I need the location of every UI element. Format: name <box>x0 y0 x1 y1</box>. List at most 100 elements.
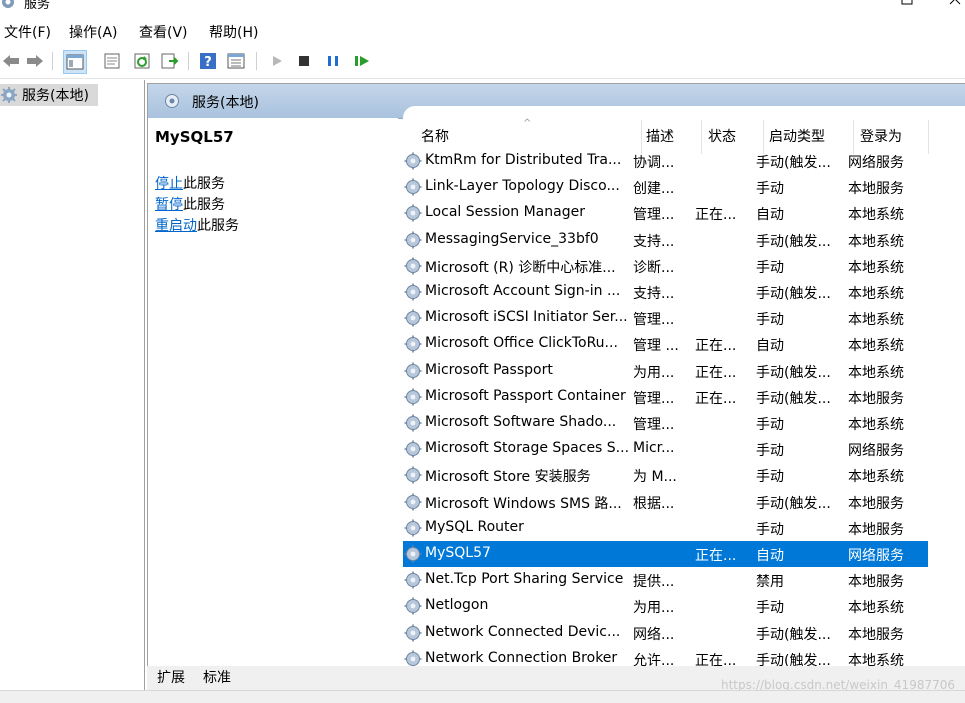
service-row[interactable]: Local Session Manager 管理... 正在... 自动 本地系统 <box>403 200 928 226</box>
status-bar <box>0 690 965 703</box>
column-header-description[interactable]: 描述 <box>646 126 674 146</box>
service-row[interactable]: Microsoft Software Shado... 管理... 手动 本地系统 <box>403 410 928 436</box>
service-gear-icon <box>403 177 423 201</box>
service-description: 管理... <box>633 207 675 224</box>
service-gear-icon <box>403 256 423 280</box>
sort-ascending-icon: ^ <box>523 118 532 129</box>
service-description: Micr... <box>633 440 675 457</box>
service-log-on-as: 本地系统 <box>848 233 904 250</box>
services-gear-icon <box>0 86 18 108</box>
service-row[interactable]: Net.Tcp Port Sharing Service 提供... 禁用 本地服务 <box>403 567 928 593</box>
service-startup-type: 手动(触发... <box>756 495 831 512</box>
refresh-icon[interactable] <box>132 50 154 72</box>
properties-icon[interactable] <box>101 50 123 72</box>
service-startup-type: 手动 <box>756 469 784 486</box>
restart-service-icon[interactable] <box>351 50 373 72</box>
service-startup-type: 手动(触发... <box>756 155 831 171</box>
menu-bar: 文件(F) 操作(A) 查看(V) 帮助(H) <box>0 18 965 44</box>
service-row[interactable]: Network Connected Devic... 网络... 手动(触发... 本… <box>403 620 928 646</box>
service-name: Netlogon <box>425 597 489 614</box>
service-log-on-as: 本地系统 <box>848 207 904 224</box>
services-pane: 服务(本地) MySQL57 停止此服务 暂停此服务 重启动此服务 ^ 名称 描… <box>147 83 965 669</box>
service-row[interactable]: Microsoft Office ClickToRu... 管理 ... 正在...… <box>403 331 928 357</box>
service-log-on-as: 本地系统 <box>848 417 904 433</box>
service-row[interactable]: Microsoft Windows SMS 路... 根据... 手动(触发... 本… <box>403 489 928 515</box>
service-description: 为用... <box>633 364 675 381</box>
help-icon[interactable]: ? <box>197 50 219 72</box>
service-description: 诊断... <box>633 259 675 276</box>
service-startup-type: 手动 <box>756 312 784 329</box>
service-row[interactable]: MySQL57 正在... 自动 网络服务 <box>403 541 928 567</box>
service-row[interactable]: MySQL Router 手动 本地服务 <box>403 515 928 541</box>
service-row[interactable]: Microsoft Store 安装服务 为 M... 手动 本地系统 <box>403 462 928 488</box>
close-icon[interactable] <box>948 0 962 6</box>
stop-service-icon[interactable] <box>293 50 315 72</box>
tree-item-label: 服务(本地) <box>22 88 89 104</box>
column-header-status[interactable]: 状态 <box>708 126 736 146</box>
service-description: 网络... <box>633 626 675 643</box>
service-log-on-as: 网络服务 <box>848 155 904 171</box>
services-gear-icon <box>162 91 182 115</box>
service-description: 为 M... <box>633 469 677 486</box>
action-text: 此服务 <box>183 197 225 213</box>
service-row[interactable]: Microsoft Account Sign-in ... 支持... 手动(触发.… <box>403 279 928 305</box>
start-service-icon[interactable] <box>266 50 288 72</box>
menu-view[interactable]: 查看(V) <box>139 22 188 42</box>
pause-service-icon[interactable] <box>322 50 344 72</box>
toolbar-separator <box>188 52 189 70</box>
action-pause: 暂停此服务 <box>155 194 225 214</box>
service-startup-type: 自动 <box>756 338 784 355</box>
service-row[interactable]: Link-Layer Topology Disco... 创建... 手动 本地服务 <box>403 174 928 200</box>
tree-item-services-local[interactable]: 服务(本地) <box>0 84 98 106</box>
service-row[interactable]: Microsoft (R) 诊断中心标准... 诊断... 手动 本地系统 <box>403 253 928 279</box>
service-name: Network Connection Broker <box>425 649 618 666</box>
svg-text:?: ? <box>204 55 212 70</box>
show-hide-console-tree-icon[interactable] <box>63 50 87 74</box>
service-startup-type: 手动 <box>756 521 784 538</box>
service-startup-type: 手动(触发... <box>756 626 831 643</box>
column-header-log-on-as[interactable]: 登录为 <box>860 126 902 146</box>
service-description: 管理 ... <box>633 338 679 355</box>
service-name: Microsoft (R) 诊断中心标准... <box>425 259 616 276</box>
service-row[interactable]: Microsoft Passport 为用... 正在... 手动(触发... 本地系统 <box>403 358 928 384</box>
service-startup-type: 手动 <box>756 259 784 276</box>
column-header-name[interactable]: 名称 <box>421 126 449 146</box>
pause-service-link[interactable]: 暂停 <box>155 197 183 213</box>
service-log-on-as: 本地系统 <box>848 338 904 355</box>
service-row[interactable]: Microsoft Storage Spaces S... Micr... 手动 网络… <box>403 436 928 462</box>
service-gear-icon <box>403 596 423 620</box>
menu-file[interactable]: 文件(F) <box>4 22 51 42</box>
service-row[interactable]: Microsoft Passport Container 管理... 正在... 手动… <box>403 384 928 410</box>
tab-extended[interactable]: 扩展 <box>157 666 185 688</box>
service-gear-icon <box>403 203 423 227</box>
service-gear-icon <box>403 151 423 175</box>
service-row[interactable]: KtmRm for Distributed Tra... 协调... 手动(触发..… <box>403 148 928 174</box>
toolbar-separator <box>256 52 257 70</box>
service-gear-icon <box>403 465 423 489</box>
stop-service-link[interactable]: 停止 <box>155 176 183 192</box>
service-name: Link-Layer Topology Disco... <box>425 178 620 195</box>
back-arrow-icon[interactable] <box>0 50 22 72</box>
service-row[interactable]: Microsoft iSCSI Initiator Ser... 管理... 手动 本… <box>403 305 928 331</box>
menu-action[interactable]: 操作(A) <box>69 22 118 42</box>
menu-help[interactable]: 帮助(H) <box>209 22 258 42</box>
service-log-on-as: 本地服务 <box>848 521 904 538</box>
service-row[interactable]: MessagingService_33bf0 支持... 手动(触发... 本地系统 <box>403 227 928 253</box>
forward-arrow-icon[interactable] <box>24 50 46 72</box>
maximize-icon[interactable] <box>900 0 914 6</box>
service-log-on-as: 本地服务 <box>848 574 904 591</box>
window-title: 服务 <box>24 0 51 12</box>
service-name: Microsoft Software Shado... <box>425 414 617 430</box>
service-startup-type: 禁用 <box>756 574 784 591</box>
service-row[interactable]: Netlogon 为用... 手动 本地系统 <box>403 593 928 619</box>
service-log-on-as: 本地服务 <box>848 626 904 643</box>
service-name: KtmRm for Distributed Tra... <box>425 152 622 168</box>
tab-standard[interactable]: 标准 <box>203 666 231 688</box>
service-description: 提供... <box>633 574 675 591</box>
view-icon[interactable] <box>225 50 247 72</box>
services-rows: KtmRm for Distributed Tra... 协调... 手动(触发..… <box>403 148 965 669</box>
restart-service-link[interactable]: 重启动 <box>155 218 197 234</box>
export-list-icon[interactable] <box>159 50 181 72</box>
service-gear-icon <box>403 230 423 254</box>
column-header-startup-type[interactable]: 启动类型 <box>769 126 825 146</box>
